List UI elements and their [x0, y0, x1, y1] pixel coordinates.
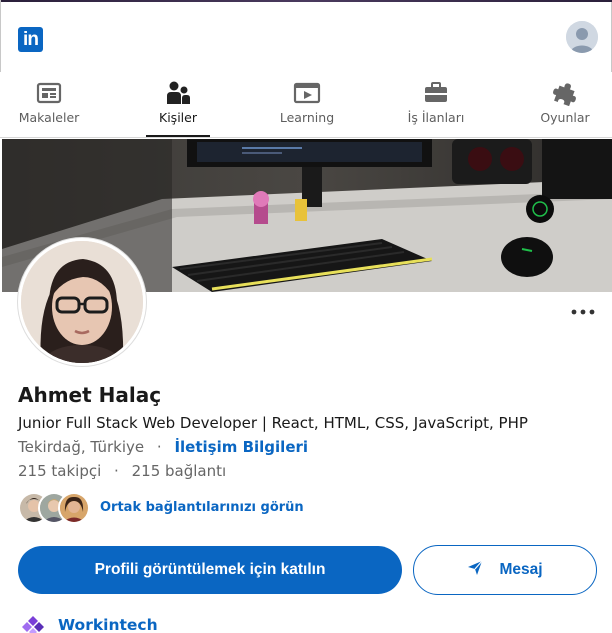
top-bar: in [0, 0, 612, 72]
user-avatar-icon [566, 21, 598, 53]
user-avatar[interactable] [566, 21, 598, 53]
top-strip [1, 0, 612, 2]
company-name-link[interactable]: Workintech [58, 616, 158, 633]
profile-location: Tekirdağ, Türkiye [18, 438, 145, 456]
profile-stats: 215 takipçi · 215 bağlantı [18, 462, 226, 480]
workintech-logo-icon [22, 616, 44, 633]
briefcase-icon [425, 82, 447, 102]
main-nav: Makaleler Kişiler Learning İş İlanları O… [0, 72, 612, 138]
puzzle-icon [553, 83, 576, 106]
learning-icon [293, 82, 321, 104]
profile-location-row: Tekirdağ, Türkiye · İletişim Bilgileri [18, 438, 308, 456]
ellipsis-icon [571, 309, 595, 315]
separator: · [156, 438, 162, 456]
people-icon [167, 81, 190, 104]
company-row[interactable]: Workintech [22, 614, 322, 633]
separator: · [114, 462, 119, 480]
profile-photo-illustration [21, 241, 143, 363]
more-options-button[interactable] [568, 302, 598, 322]
message-button-label: Mesaj [499, 561, 543, 578]
articles-icon [36, 82, 62, 104]
nav-item-jobs[interactable]: İş İlanları [386, 78, 486, 132]
followers-count: 215 takipçi [18, 462, 102, 480]
linkedin-logo[interactable]: in [18, 27, 43, 52]
nav-item-learning[interactable]: Learning [257, 78, 357, 132]
contact-info-link[interactable]: İletişim Bilgileri [174, 438, 308, 456]
nav-item-games[interactable]: Oyunlar [515, 78, 612, 132]
profile-headline: Junior Full Stack Web Developer | React,… [18, 414, 528, 432]
nav-label-jobs: İş İlanları [407, 110, 465, 125]
profile-name: Ahmet Halaç [18, 383, 162, 407]
nav-label-people: Kişiler [159, 110, 197, 125]
mutual-avatars [18, 492, 92, 524]
nav-item-articles[interactable]: Makaleler [0, 78, 99, 132]
profile-photo [18, 238, 146, 366]
message-button[interactable]: Mesaj [413, 545, 597, 595]
connections-count: 215 bağlantı [131, 462, 227, 480]
nav-label-games: Oyunlar [540, 110, 590, 125]
mutual-connections-link[interactable]: Ortak bağlantılarınızı görün [100, 500, 304, 515]
join-to-view-profile-button[interactable]: Profili görüntülemek için katılın [18, 546, 402, 594]
nav-item-people[interactable]: Kişiler [128, 78, 228, 137]
nav-label-articles: Makaleler [18, 110, 80, 125]
mutual-connections[interactable]: Ortak bağlantılarınızı görün [18, 492, 418, 524]
nav-label-learning: Learning [279, 110, 335, 125]
send-icon [468, 561, 483, 576]
active-tab-underline [146, 135, 210, 137]
avatar [58, 492, 90, 524]
